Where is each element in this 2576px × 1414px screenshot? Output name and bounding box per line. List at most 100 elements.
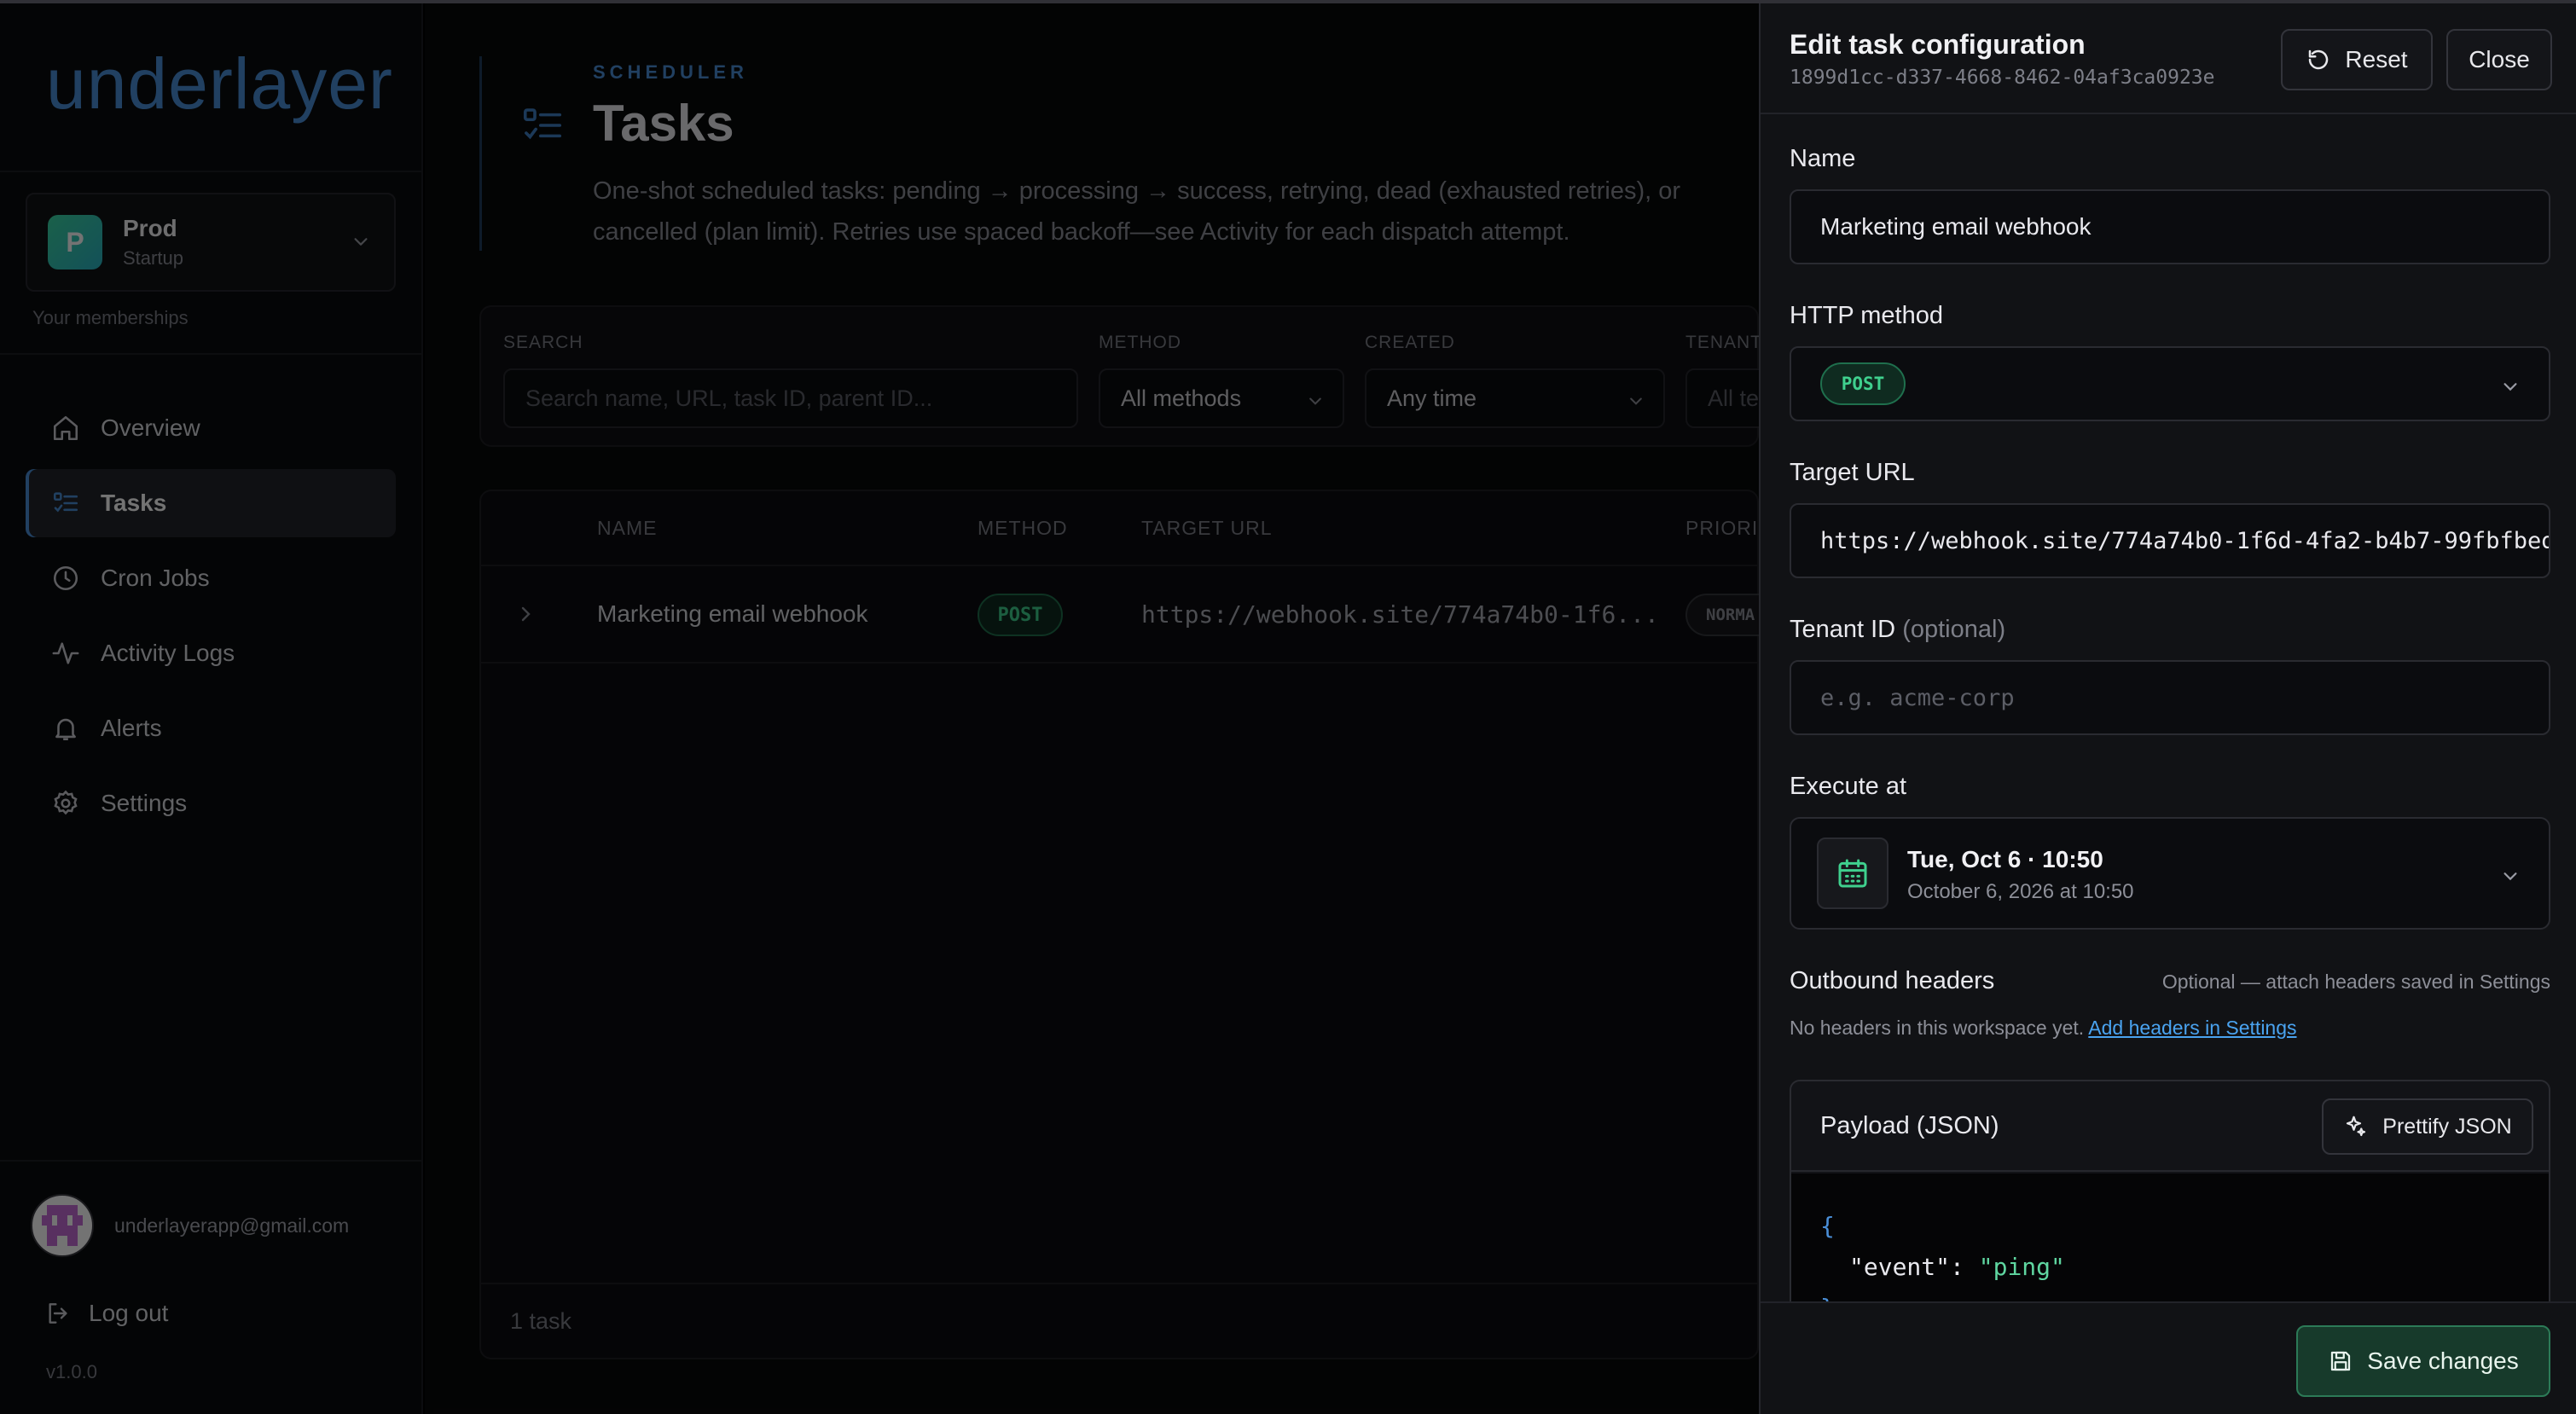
json-key: "event" [1849, 1253, 1951, 1281]
app-version: v1.0.0 [46, 1361, 97, 1382]
divider [0, 1160, 423, 1162]
divider [481, 1283, 1757, 1284]
column-header-target-url[interactable]: TARGET URL [1141, 517, 1273, 540]
calendar-icon-box [1817, 837, 1888, 909]
chevron-down-icon [354, 238, 368, 246]
sidebar: underlayer P Prod Startup Your membershi… [0, 0, 423, 1414]
reset-button[interactable]: Reset [2281, 29, 2433, 90]
method-filter-select[interactable]: All methods [1099, 368, 1344, 428]
payload-header: Payload (JSON) Prettify JSON [1791, 1081, 2549, 1172]
json-brace: { [1820, 1212, 1835, 1240]
column-header-method[interactable]: METHOD [978, 517, 1068, 540]
tasks-list-icon [53, 492, 78, 513]
chevron-down-icon [1309, 397, 1321, 405]
name-field-label: Name [1790, 145, 1856, 172]
workspace-avatar: P [48, 215, 102, 269]
tenant-filter-value: All te [1708, 385, 1760, 411]
filter-bar: SEARCH Search name, URL, task ID, parent… [479, 305, 1788, 447]
edit-task-drawer: Edit task configuration 1899d1cc-d337-46… [1759, 0, 2576, 1414]
http-method-select[interactable]: POST [1790, 346, 2550, 421]
prettify-json-button[interactable]: Prettify JSON [2322, 1098, 2533, 1155]
search-placeholder: Search name, URL, task ID, parent ID... [525, 385, 933, 411]
tenant-id-label: Tenant ID (optional) [1790, 616, 2005, 644]
sidebar-item-tasks[interactable]: Tasks [26, 469, 396, 537]
save-icon [2331, 1351, 2351, 1371]
name-field[interactable]: Marketing email webhook [1790, 189, 2550, 264]
close-label: Close [2469, 46, 2530, 72]
clock-icon [53, 565, 78, 591]
method-filter-value: All methods [1121, 385, 1242, 411]
created-filter-value: Any time [1387, 385, 1477, 411]
prettify-label: Prettify JSON [2382, 1114, 2512, 1139]
sidebar-item-cron-jobs[interactable]: Cron Jobs [26, 544, 396, 612]
payload-editor: Payload (JSON) Prettify JSON { "event": … [1790, 1080, 2550, 1336]
method-badge: POST [1820, 362, 1906, 405]
identicon-icon [42, 1205, 83, 1246]
workspace-switcher[interactable]: P Prod Startup [26, 193, 396, 292]
page-eyebrow: SCHEDULER [593, 61, 748, 83]
page-title: Tasks [593, 95, 734, 152]
chevron-down-icon [2503, 872, 2517, 881]
sidebar-item-alerts[interactable]: Alerts [26, 694, 396, 762]
workspace-plan: Startup [123, 247, 183, 269]
logout-label: Log out [89, 1300, 169, 1326]
app-logo[interactable]: underlayer [46, 48, 393, 119]
page-description: One-shot scheduled tasks: pending → proc… [593, 177, 1681, 246]
target-url-label: Target URL [1790, 459, 1915, 486]
tasks-list-icon [523, 108, 562, 140]
task-target-url: https://webhook.site/774a74b0-1f6... [1141, 600, 1659, 629]
execute-at-value: Tue, Oct 6 · 10:50 [1907, 846, 2103, 872]
chevron-right-icon[interactable] [515, 604, 536, 624]
sidebar-item-label: Settings [101, 790, 188, 816]
sidebar-item-label: Activity Logs [101, 640, 235, 666]
bell-icon [55, 718, 76, 741]
user-profile[interactable]: underlayerapp@gmail.com [31, 1194, 349, 1257]
reset-label: Reset [2345, 46, 2408, 72]
sidebar-item-label: Tasks [101, 490, 167, 516]
divider [0, 171, 423, 172]
method-filter-label: METHOD [1099, 333, 1181, 352]
name-field-value: Marketing email webhook [1820, 213, 2092, 240]
divider [0, 353, 423, 355]
sidebar-item-label: Alerts [101, 715, 162, 741]
column-header-priority[interactable]: PRIORI [1685, 517, 1758, 540]
home-icon [53, 415, 78, 441]
outbound-headers-empty: No headers in this workspace yet. Add he… [1790, 1017, 2297, 1040]
created-filter-label: CREATED [1365, 333, 1455, 352]
chevron-down-icon [2503, 383, 2517, 391]
optional-hint: (optional) [1902, 616, 2006, 643]
outbound-headers-hint: Optional — attach headers saved in Setti… [2161, 971, 2550, 993]
gear-icon [54, 790, 78, 815]
add-headers-link[interactable]: Add headers in Settings [2088, 1017, 2296, 1039]
sidebar-nav: Overview Tasks Cron Jobs Activity Logs A… [26, 394, 396, 844]
drawer-footer: Save changes [1761, 1301, 2576, 1414]
sidebar-item-overview[interactable]: Overview [26, 394, 396, 462]
search-input[interactable]: Search name, URL, task ID, parent ID... [503, 368, 1078, 428]
tenant-filter-label: TENANT [1685, 333, 1762, 352]
sidebar-item-activity-logs[interactable]: Activity Logs [26, 619, 396, 687]
sidebar-item-settings[interactable]: Settings [26, 769, 396, 837]
sidebar-item-label: Overview [101, 414, 200, 441]
target-url-field[interactable]: https://webhook.site/774a74b0-1f6d-4fa2-… [1790, 503, 2550, 578]
reset-icon [2309, 49, 2329, 70]
table-row[interactable]: Marketing email webhook POST https://web… [481, 566, 1779, 664]
search-label: SEARCH [503, 333, 583, 352]
calendar-icon [1838, 859, 1867, 888]
tenant-id-field[interactable]: e.g. acme-corp [1790, 660, 2550, 735]
payload-label: Payload (JSON) [1820, 1112, 1999, 1139]
activity-icon [52, 642, 79, 664]
logout-button[interactable]: Log out [44, 1300, 168, 1327]
chevron-down-icon [1630, 397, 1642, 405]
main-content: SCHEDULER Tasks One-shot scheduled tasks… [425, 0, 1788, 1414]
target-url-value: https://webhook.site/774a74b0-1f6d-4fa2-… [1820, 527, 2550, 554]
execute-at-picker[interactable]: Tue, Oct 6 · 10:50 October 6, 2026 at 10… [1790, 817, 2550, 930]
created-filter-select[interactable]: Any time [1365, 368, 1665, 428]
close-button[interactable]: Close [2446, 29, 2552, 90]
drawer-header: Edit task configuration 1899d1cc-d337-46… [1761, 0, 2576, 114]
tasks-table: NAME METHOD TARGET URL PRIORI Marketing … [479, 490, 1779, 1359]
task-name: Marketing email webhook [597, 600, 868, 627]
drawer-title: Edit task configuration [1790, 29, 2086, 60]
save-changes-button[interactable]: Save changes [2296, 1325, 2550, 1397]
column-header-name[interactable]: NAME [597, 517, 657, 540]
save-label: Save changes [2367, 1347, 2519, 1374]
